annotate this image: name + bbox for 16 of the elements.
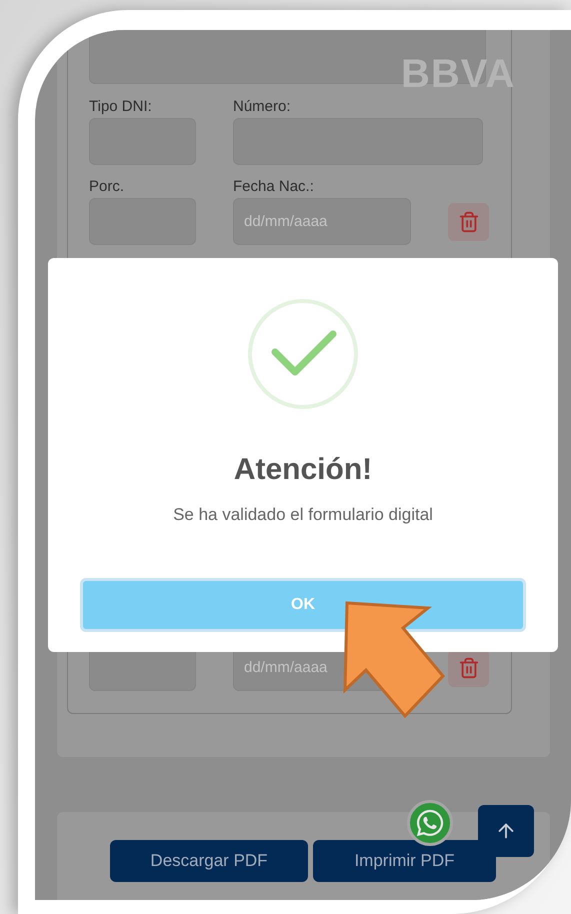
chat-phone-icon [415,808,445,838]
field-label: Porc. [89,178,124,195]
chat-button[interactable] [407,800,453,846]
field-label: Fecha Nac.: [233,178,314,195]
trash-icon [458,210,480,232]
dialog-title: Atención! [234,452,372,488]
success-check-icon [247,298,359,410]
trash-icon [458,656,480,678]
field-label: Tipo DNI: [89,98,152,115]
dialog-message: Se ha validado el formulario digital [173,505,433,525]
field-label: Número: [233,98,291,115]
pdf-button[interactable]: Imprimir PDF [313,840,496,882]
pdf-button[interactable]: Descargar PDF [110,840,308,882]
scroll-top-button[interactable] [478,805,534,857]
logo: BBVA [401,51,516,98]
input-field[interactable]: dd/mm/aaaa [233,198,411,245]
